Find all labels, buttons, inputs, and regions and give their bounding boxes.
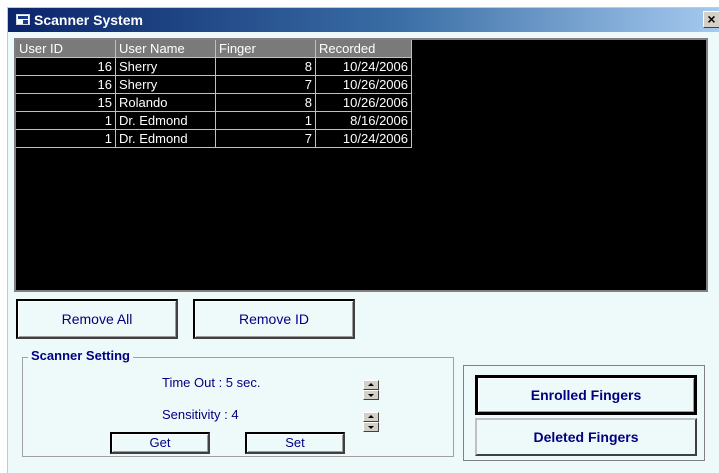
records-table: User ID User Name Finger Recorded 16 She… (16, 40, 412, 148)
cell-user-name: Sherry (115, 57, 216, 76)
records-grid[interactable]: User ID User Name Finger Recorded 16 She… (14, 38, 708, 292)
cell-user-id: 1 (16, 129, 116, 148)
column-header-finger[interactable]: Finger (215, 40, 316, 58)
spin-down-icon[interactable] (363, 422, 379, 432)
table-row[interactable]: 16 Sherry 8 10/24/2006 (16, 57, 412, 76)
timeout-spinner[interactable] (363, 380, 379, 400)
scanner-window-icon (16, 14, 30, 25)
get-button[interactable]: Get (110, 432, 210, 454)
title-bar[interactable]: Scanner System × (8, 8, 719, 32)
cell-recorded: 10/26/2006 (315, 75, 412, 94)
cell-recorded: 8/16/2006 (315, 111, 412, 130)
cell-recorded: 10/26/2006 (315, 93, 412, 112)
table-row[interactable]: 1 Dr. Edmond 1 8/16/2006 (16, 111, 412, 130)
table-row[interactable]: 1 Dr. Edmond 7 10/24/2006 (16, 129, 412, 148)
column-header-user-name[interactable]: User Name (115, 40, 216, 58)
sensitivity-spinner[interactable] (363, 412, 379, 432)
cell-user-name: Dr. Edmond (115, 111, 216, 130)
spin-up-icon[interactable] (363, 412, 379, 422)
table-row[interactable]: 16 Sherry 7 10/26/2006 (16, 75, 412, 94)
cell-user-name: Sherry (115, 75, 216, 94)
cell-finger: 8 (215, 57, 316, 76)
scanner-setting-label: Scanner Setting (28, 348, 133, 363)
spin-down-icon[interactable] (363, 390, 379, 400)
cell-user-id: 1 (16, 111, 116, 130)
table-header-row: User ID User Name Finger Recorded (16, 40, 412, 58)
spin-up-icon[interactable] (363, 380, 379, 390)
window-title: Scanner System (34, 12, 143, 28)
table-row[interactable]: 15 Rolando 8 10/26/2006 (16, 93, 412, 112)
cell-recorded: 10/24/2006 (315, 129, 412, 148)
enrolled-fingers-button[interactable]: Enrolled Fingers (475, 375, 697, 415)
column-header-recorded[interactable]: Recorded (315, 40, 412, 58)
cell-user-id: 16 (16, 75, 116, 94)
cell-user-id: 16 (16, 57, 116, 76)
deleted-fingers-button[interactable]: Deleted Fingers (475, 418, 697, 456)
remove-id-button[interactable]: Remove ID (193, 299, 355, 339)
cell-user-name: Dr. Edmond (115, 129, 216, 148)
remove-all-button[interactable]: Remove All (16, 299, 178, 339)
cell-recorded: 10/24/2006 (315, 57, 412, 76)
cell-finger: 7 (215, 75, 316, 94)
sensitivity-value: Sensitivity : 4 (162, 407, 239, 422)
set-button[interactable]: Set (245, 432, 345, 454)
cell-finger: 8 (215, 93, 316, 112)
cell-finger: 1 (215, 111, 316, 130)
timeout-value: Time Out : 5 sec. (162, 375, 261, 390)
cell-user-id: 15 (16, 93, 116, 112)
close-button[interactable]: × (703, 11, 719, 28)
cell-user-name: Rolando (115, 93, 216, 112)
cell-finger: 7 (215, 129, 316, 148)
column-header-user-id[interactable]: User ID (16, 40, 116, 58)
